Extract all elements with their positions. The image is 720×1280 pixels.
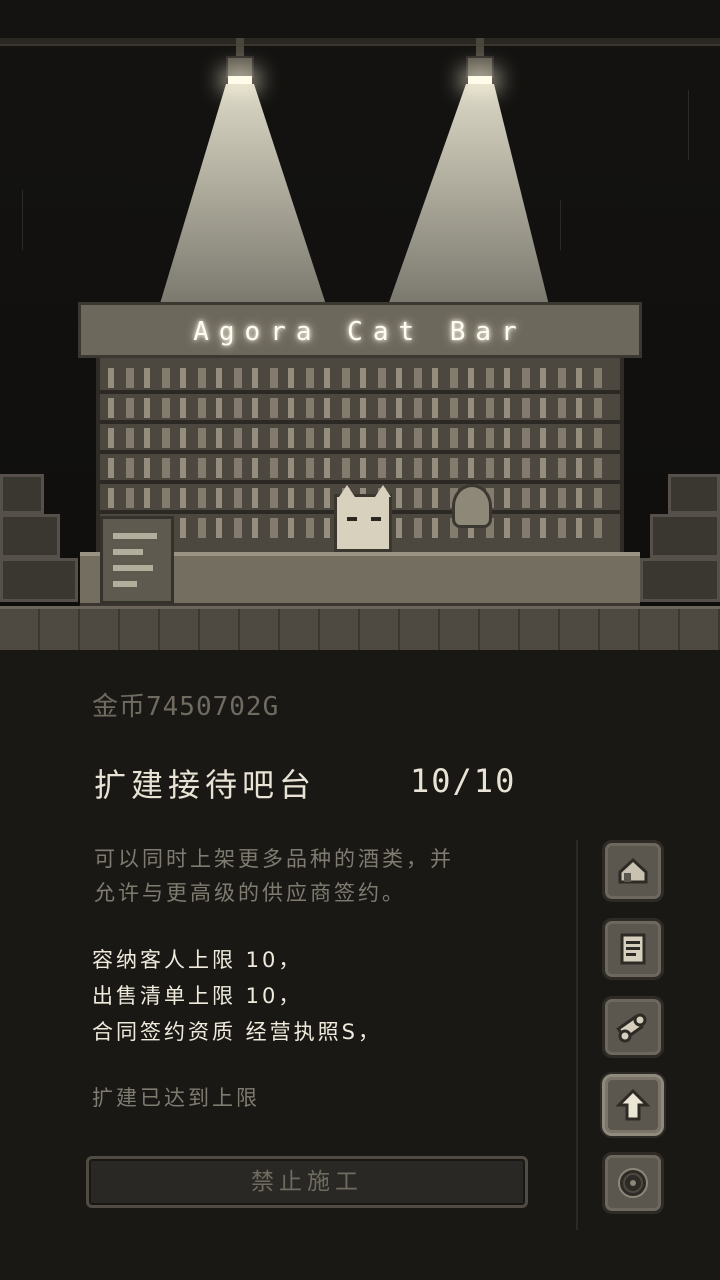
side-button-house[interactable]	[602, 840, 664, 902]
crate	[0, 514, 60, 558]
document-icon	[620, 933, 646, 965]
construction-disabled-button[interactable]: 禁止施工	[86, 1156, 528, 1208]
side-button-music[interactable]	[602, 1152, 664, 1214]
contract-scroll-icon	[616, 1013, 647, 1043]
coin-balance: 金币7450702G	[92, 692, 280, 722]
side-button-document[interactable]	[602, 918, 664, 980]
side-button-contract[interactable]	[602, 996, 664, 1058]
upgrade-arrow-icon	[615, 1088, 651, 1121]
stat-line: 合同签约资质 经营执照S，	[92, 1020, 383, 1044]
bar-scene: Agora Cat Bar	[0, 0, 720, 650]
max-level-notice: 扩建已达到上限	[92, 1086, 260, 1110]
panel-divider	[576, 840, 578, 1230]
description-line: 允许与更高级的供应商签约。	[94, 881, 406, 905]
upgrade-description: 可以同时上架更多品种的酒类，并 允许与更高级的供应商签约。	[94, 842, 554, 910]
gramophone[interactable]	[452, 484, 492, 528]
bar-sign: Agora Cat Bar	[78, 302, 642, 358]
ceiling-lamp-right	[460, 38, 500, 84]
stat-line: 出售清单上限 10，	[92, 984, 303, 1008]
upgrade-stats: 容纳客人上限 10， 出售清单上限 10， 合同签约资质 经营执照S，	[92, 942, 382, 1050]
cat-bartender[interactable]	[334, 485, 392, 552]
crate	[668, 474, 720, 514]
floor	[0, 606, 720, 650]
upgrade-level: 10/10	[410, 762, 517, 800]
crate	[650, 514, 720, 558]
crate	[0, 474, 44, 514]
crate	[0, 558, 78, 602]
menu-board[interactable]	[100, 516, 174, 604]
description-line: 可以同时上架更多品种的酒类，并	[94, 847, 454, 871]
ceiling-lamp-left	[220, 38, 260, 84]
upgrade-title: 扩建接待吧台	[94, 766, 317, 804]
side-button-upgrade[interactable]	[602, 1074, 664, 1136]
bar-sign-text: Agora Cat Bar	[193, 317, 527, 347]
house-icon	[618, 857, 648, 884]
stat-line: 容纳客人上限 10，	[92, 948, 303, 972]
vinyl-record-icon	[618, 1168, 648, 1198]
crate	[640, 558, 720, 602]
